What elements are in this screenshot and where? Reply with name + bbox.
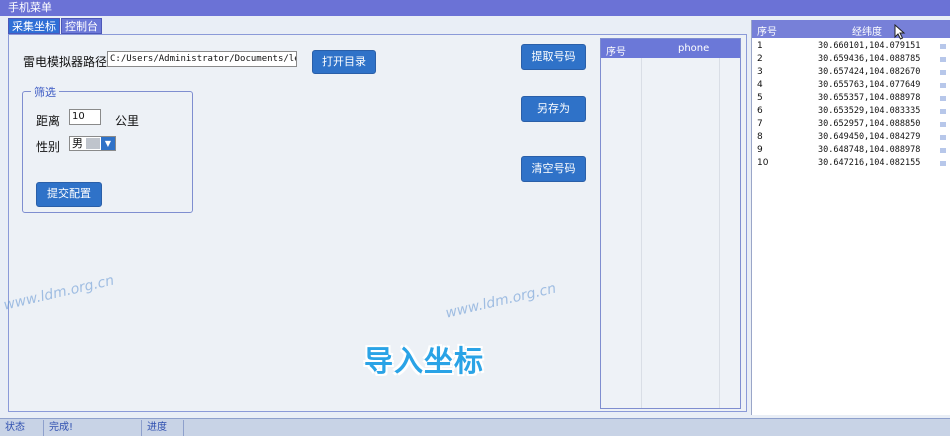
chevron-down-icon[interactable]: ▼ bbox=[101, 137, 115, 150]
distance-input[interactable]: 10 bbox=[69, 109, 101, 125]
grid-line bbox=[719, 58, 720, 408]
coord-table-header: 序号 经纬度 bbox=[752, 20, 950, 38]
submit-config-button[interactable]: 提交配置 bbox=[36, 182, 102, 207]
row-edge-marker bbox=[940, 83, 946, 88]
grid-line bbox=[641, 58, 642, 408]
tab-bar: 采集坐标 控制台 bbox=[8, 18, 103, 34]
filter-group-label: 筛选 bbox=[31, 84, 59, 100]
coordinate-table[interactable]: 序号 经纬度 1 30.660101,104.079151 2 30.659436,1… bbox=[751, 20, 950, 415]
gender-select[interactable]: 男 ▼ bbox=[69, 136, 116, 151]
status-bar: 状态 完成! 进度 bbox=[0, 418, 950, 436]
row-index: 7 bbox=[757, 119, 763, 129]
table-row[interactable]: 5 30.655357,104.088978 bbox=[752, 92, 950, 105]
row-edge-marker bbox=[940, 57, 946, 62]
clear-numbers-button[interactable]: 清空号码 bbox=[521, 156, 586, 182]
table-row[interactable]: 8 30.649450,104.084279 bbox=[752, 131, 950, 144]
table-row[interactable]: 3 30.657424,104.082670 bbox=[752, 66, 950, 79]
row-coordinate: 30.659436,104.088785 bbox=[818, 54, 921, 64]
table-row[interactable]: 6 30.653529,104.083335 bbox=[752, 105, 950, 118]
menu-bar: 手机菜单 bbox=[0, 0, 950, 16]
row-coordinate: 30.653529,104.083335 bbox=[818, 106, 921, 116]
progress-label: 进度 bbox=[142, 420, 184, 436]
status-label: 状态 bbox=[0, 420, 44, 436]
tab-console[interactable]: 控制台 bbox=[61, 18, 102, 34]
table-row[interactable]: 1 30.660101,104.079151 bbox=[752, 40, 950, 53]
row-index: 10 bbox=[757, 158, 769, 168]
row-edge-marker bbox=[940, 161, 946, 166]
row-index: 3 bbox=[757, 67, 763, 77]
phone-col-index[interactable]: 序号 bbox=[606, 43, 626, 58]
table-row[interactable]: 10 30.647216,104.082155 bbox=[752, 157, 950, 170]
row-coordinate: 30.655763,104.077649 bbox=[818, 80, 921, 90]
coord-col-index[interactable]: 序号 bbox=[757, 23, 777, 38]
row-index: 6 bbox=[757, 106, 763, 116]
distance-label: 距离 bbox=[36, 114, 61, 128]
phone-table-header: 序号 phone bbox=[601, 39, 740, 58]
row-edge-marker bbox=[940, 135, 946, 140]
gender-value: 男 bbox=[72, 137, 83, 150]
path-label: 雷电模拟器路径 bbox=[23, 55, 108, 69]
menu-title[interactable]: 手机菜单 bbox=[8, 1, 52, 15]
coord-col-latlng[interactable]: 经纬度 bbox=[852, 23, 882, 38]
mouse-cursor-icon bbox=[894, 24, 906, 40]
tab-collect-coords[interactable]: 采集坐标 bbox=[8, 18, 60, 34]
emulator-path-input[interactable]: C:/Users/Administrator/Documents/leidi bbox=[107, 51, 297, 67]
row-edge-marker bbox=[940, 70, 946, 75]
row-coordinate: 30.649450,104.084279 bbox=[818, 132, 921, 142]
row-edge-marker bbox=[940, 44, 946, 49]
row-index: 8 bbox=[757, 132, 763, 142]
open-directory-button[interactable]: 打开目录 bbox=[312, 50, 376, 74]
row-index: 5 bbox=[757, 93, 763, 103]
table-row[interactable]: 2 30.659436,104.088785 bbox=[752, 53, 950, 66]
row-edge-marker bbox=[940, 122, 946, 127]
row-coordinate: 30.660101,104.079151 bbox=[818, 41, 921, 51]
save-as-button[interactable]: 另存为 bbox=[521, 96, 586, 122]
status-value: 完成! bbox=[44, 420, 142, 436]
row-coordinate: 30.648748,104.088978 bbox=[818, 145, 921, 155]
video-caption: 导入坐标 bbox=[364, 344, 485, 378]
distance-unit: 公里 bbox=[115, 114, 140, 128]
table-row[interactable]: 9 30.648748,104.088978 bbox=[752, 144, 950, 157]
table-row[interactable]: 7 30.652957,104.088850 bbox=[752, 118, 950, 131]
row-coordinate: 30.655357,104.088978 bbox=[818, 93, 921, 103]
row-coordinate: 30.657424,104.082670 bbox=[818, 67, 921, 77]
phone-col-phone[interactable]: phone bbox=[678, 43, 709, 54]
row-coordinate: 30.647216,104.082155 bbox=[818, 158, 921, 168]
row-index: 9 bbox=[757, 145, 763, 155]
row-index: 4 bbox=[757, 80, 763, 90]
row-edge-marker bbox=[940, 148, 946, 153]
row-edge-marker bbox=[940, 96, 946, 101]
row-coordinate: 30.652957,104.088850 bbox=[818, 119, 921, 129]
table-row[interactable]: 4 30.655763,104.077649 bbox=[752, 79, 950, 92]
row-index: 1 bbox=[757, 41, 763, 51]
select-highlight bbox=[86, 138, 100, 149]
row-edge-marker bbox=[940, 109, 946, 114]
extract-numbers-button[interactable]: 提取号码 bbox=[521, 44, 586, 70]
phone-table[interactable]: 序号 phone bbox=[600, 38, 741, 409]
row-index: 2 bbox=[757, 54, 763, 64]
gender-label: 性别 bbox=[36, 140, 61, 154]
